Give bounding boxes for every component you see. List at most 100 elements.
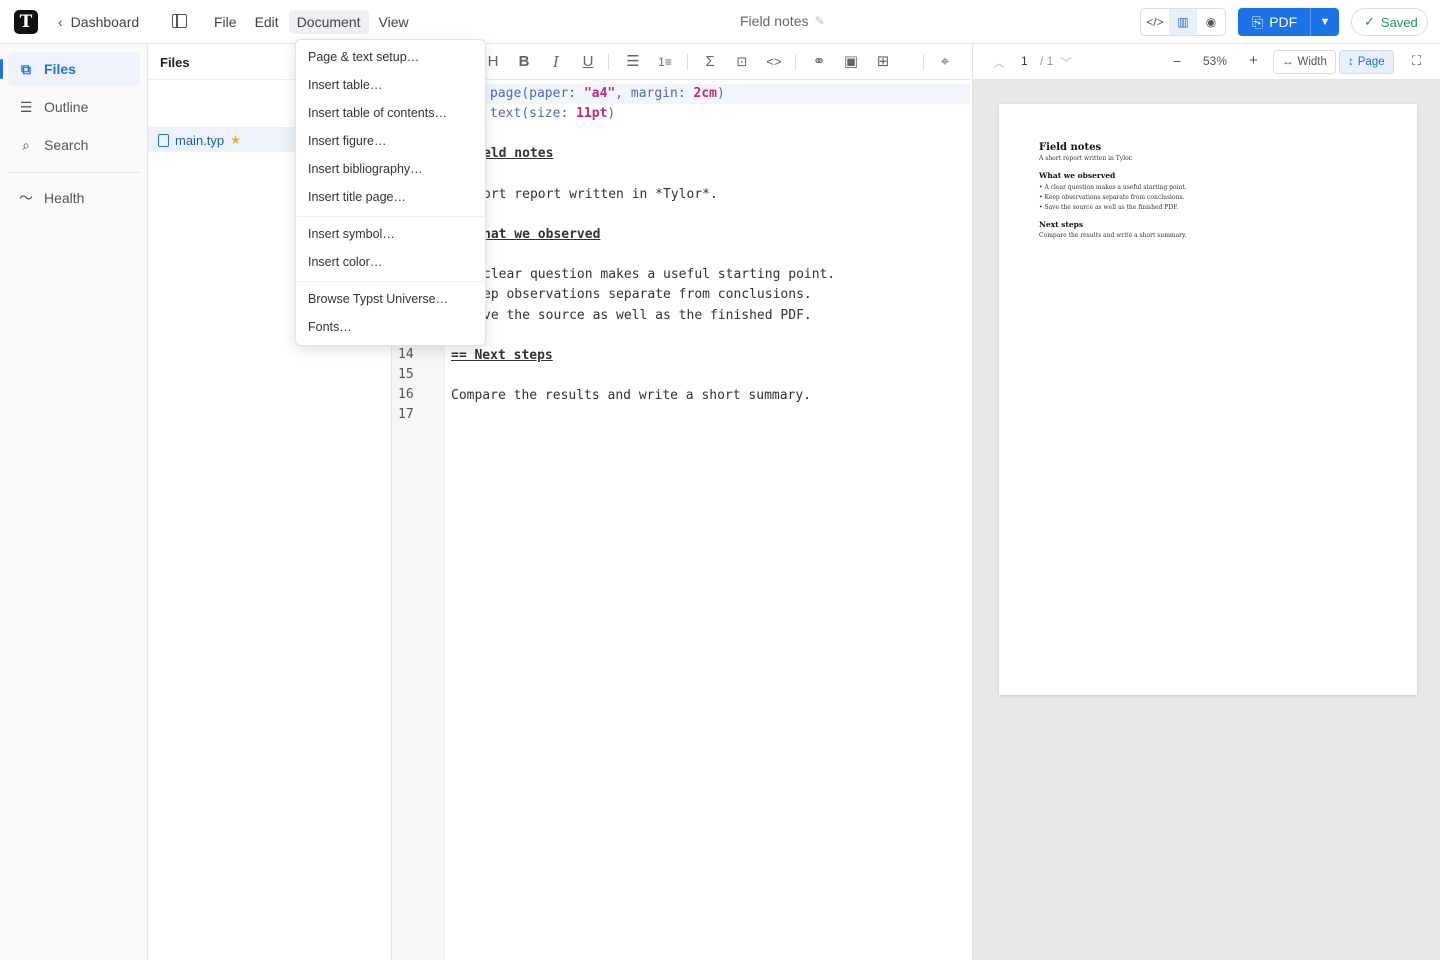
menu-document[interactable]: Document [288,10,369,34]
search-icon: ⌕ [22,136,30,153]
numbered-list-icon[interactable]: 1≡ [655,53,675,71]
preview-heading: Next steps [1039,220,1084,229]
fullscreen-icon[interactable]: ⛶ [1412,53,1421,69]
line-number: 15 [398,367,414,382]
file-icon [158,133,169,147]
preview-view-icon[interactable]: ◉ [1197,9,1225,35]
sidebar-item-label: Health [44,190,85,206]
export-pdf-button: ⎘ PDF ▼ [1238,8,1339,36]
target-icon[interactable]: ⌖ [935,53,955,71]
chevron-down-icon[interactable]: ﹀ [1060,54,1072,71]
sidebar-toggle-icon[interactable] [172,14,187,28]
sidebar-item-search[interactable]: ⌕ Search [8,128,140,162]
download-file-icon: ⎘ [1252,13,1264,30]
preview-bullet: • Save the source as well as the finishe… [1039,204,1179,211]
image-icon[interactable]: ▣ [841,53,861,71]
saved-status: ✓ Saved [1351,8,1428,36]
menu-item-browse-universe[interactable]: Browse Typst Universe… [297,286,484,312]
menu-item-insert-figure[interactable]: Insert figure… [297,128,484,154]
sidebar-item-files[interactable]: ⧉ Files [0,52,140,86]
page-current[interactable]: 1 [1021,54,1028,68]
code-editor[interactable]: page(paper: "a4", margin: 2cm) text(size… [445,80,970,960]
table-icon[interactable]: ⊞ [873,53,893,71]
code-token: ) [607,106,616,121]
toolbar-divider [608,54,609,70]
menu-item-fonts[interactable]: Fonts… [297,314,484,340]
sum-icon[interactable]: Σ [700,53,720,71]
preview-bullet-text: Save the source as well as the finished … [1044,204,1179,211]
preview-page: Field notes A short report written in Ty… [999,104,1417,695]
italic-icon[interactable]: I [546,53,566,71]
zoom-level: 53% [1203,54,1228,68]
bullet-list-icon[interactable]: ☰ [623,53,643,71]
preview-bullet: • Keep observations separate from conclu… [1039,194,1185,201]
menu-item-insert-table[interactable]: Insert table… [297,72,484,98]
page-total: / 1 [1040,54,1054,68]
view-mode-toggle: </> ▥ ◉ [1140,8,1226,36]
export-pdf-label: PDF [1269,14,1298,30]
code-line: Compare the results and write a short su… [451,388,812,403]
toolbar-divider [687,54,688,70]
sidebar-item-outline[interactable]: ☰ Outline [8,90,140,124]
arrows-horizontal-icon: ↔ [1282,56,1294,68]
math-block-icon[interactable]: ⊡ [732,53,752,71]
code-token: (size: [521,106,577,121]
split-view-icon[interactable]: ▥ [1169,9,1197,35]
zoom-in-icon[interactable]: + [1249,52,1258,69]
underline-icon[interactable]: U [578,53,598,71]
code-line: hat we observed [483,227,601,242]
menu-divider [297,281,484,282]
code-view-icon[interactable]: </> [1141,9,1169,35]
file-name: main.typ [175,132,225,148]
menu-item-page-setup[interactable]: Page & text setup… [297,44,484,70]
activity-icon: 〜 [19,190,33,206]
sidebar-item-label: Search [44,137,89,153]
document-title[interactable]: Field notes ✎ [740,13,825,29]
code-line: eld notes [483,146,554,161]
chevron-left-icon: ‹ [58,14,63,30]
code-token: 11pt [576,106,608,121]
fit-page-label: Page [1357,56,1385,68]
link-icon[interactable]: ⚭ [809,53,829,71]
fit-page-button[interactable]: ↕ Page [1339,50,1394,74]
preview-bullet: • A clear question makes a useful starti… [1039,184,1187,191]
menu-item-insert-toc[interactable]: Insert table of contents… [297,100,484,126]
code-token: text [490,106,522,121]
menu-file[interactable]: File [206,10,245,34]
menu-item-insert-symbol[interactable]: Insert symbol… [297,221,484,247]
toolbar-divider [795,54,796,70]
line-number: 16 [398,387,414,402]
sidebar-item-health[interactable]: 〜 Health [8,181,140,215]
menu-item-insert-bibliography[interactable]: Insert bibliography… [297,156,484,182]
preview-title: Field notes [1039,142,1102,153]
sidebar-item-label: Outline [44,99,89,115]
preview-toolbar: ︿ 1 / 1 ﹀ − 53% + ↔ Width ↕ Page ⛶ [972,44,1440,80]
code-token: , margin: [615,86,694,101]
back-to-dashboard[interactable]: ‹ Dashboard [58,12,139,32]
fit-width-button[interactable]: ↔ Width [1273,50,1336,74]
star-icon[interactable]: ★ [230,133,241,147]
toolbar-divider [923,54,924,70]
menu-edit[interactable]: Edit [247,10,287,34]
sidebar-item-label: Files [44,61,76,77]
zoom-out-icon[interactable]: − [1173,53,1181,69]
export-options-chevron-icon[interactable]: ▼ [1311,8,1339,36]
export-pdf-main[interactable]: ⎘ PDF [1238,8,1311,36]
code-icon[interactable]: <> [764,53,784,71]
preview-bullets: • A clear question makes a useful starti… [1039,183,1187,213]
heading-icon[interactable]: H [483,53,503,71]
code-token: 2cm [693,86,718,101]
code-line: clear question makes a useful starting p… [483,267,836,282]
code-token: (paper: [521,86,584,101]
chevron-up-icon[interactable]: ︿ [993,54,1005,71]
menu-view[interactable]: View [371,10,417,34]
app-logo[interactable]: T [14,10,38,34]
bold-icon[interactable]: B [514,53,534,71]
preview-area[interactable]: Field notes A short report written in Ty… [972,80,1440,960]
menu-item-insert-color[interactable]: Insert color… [297,249,484,275]
fit-width-label: Width [1297,56,1327,68]
preview-paragraph: Compare the results and write a short su… [1039,232,1187,239]
menu-item-insert-title-page[interactable]: Insert title page… [297,184,484,210]
code-line: page(paper: "a4", margin: 2cm) [445,84,970,104]
code-line: ep observations separate from conclusion… [483,287,812,302]
